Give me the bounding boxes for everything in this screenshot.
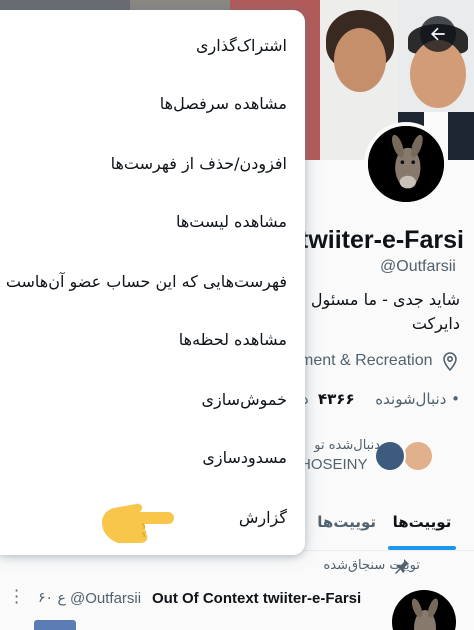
profile-more-menu: اشتراک‌گذاری مشاهده سرفصل‌ها افزودن/حذف … (0, 10, 305, 555)
menu-item-share[interactable]: اشتراک‌گذاری (196, 30, 287, 60)
menu-item-report[interactable]: گزارش (239, 502, 287, 532)
pointing-right-hand-icon (102, 503, 174, 543)
menu-item-view-moments[interactable]: مشاهده لحظه‌ها (179, 324, 287, 354)
menu-item-view-lists[interactable]: مشاهده لیست‌ها (176, 206, 287, 236)
menu-item-mute[interactable]: خموش‌سازی (202, 384, 287, 414)
menu-item-lists-member-of[interactable]: فهرست‌هایی که این حساب عضو آن‌هاست (6, 266, 287, 296)
menu-item-view-topics[interactable]: مشاهده سرفصل‌ها (160, 88, 287, 118)
menu-item-add-remove-lists[interactable]: افزودن/حذف از فهرست‌ها (111, 148, 287, 178)
menu-item-block[interactable]: مسدودسازی (202, 442, 287, 472)
